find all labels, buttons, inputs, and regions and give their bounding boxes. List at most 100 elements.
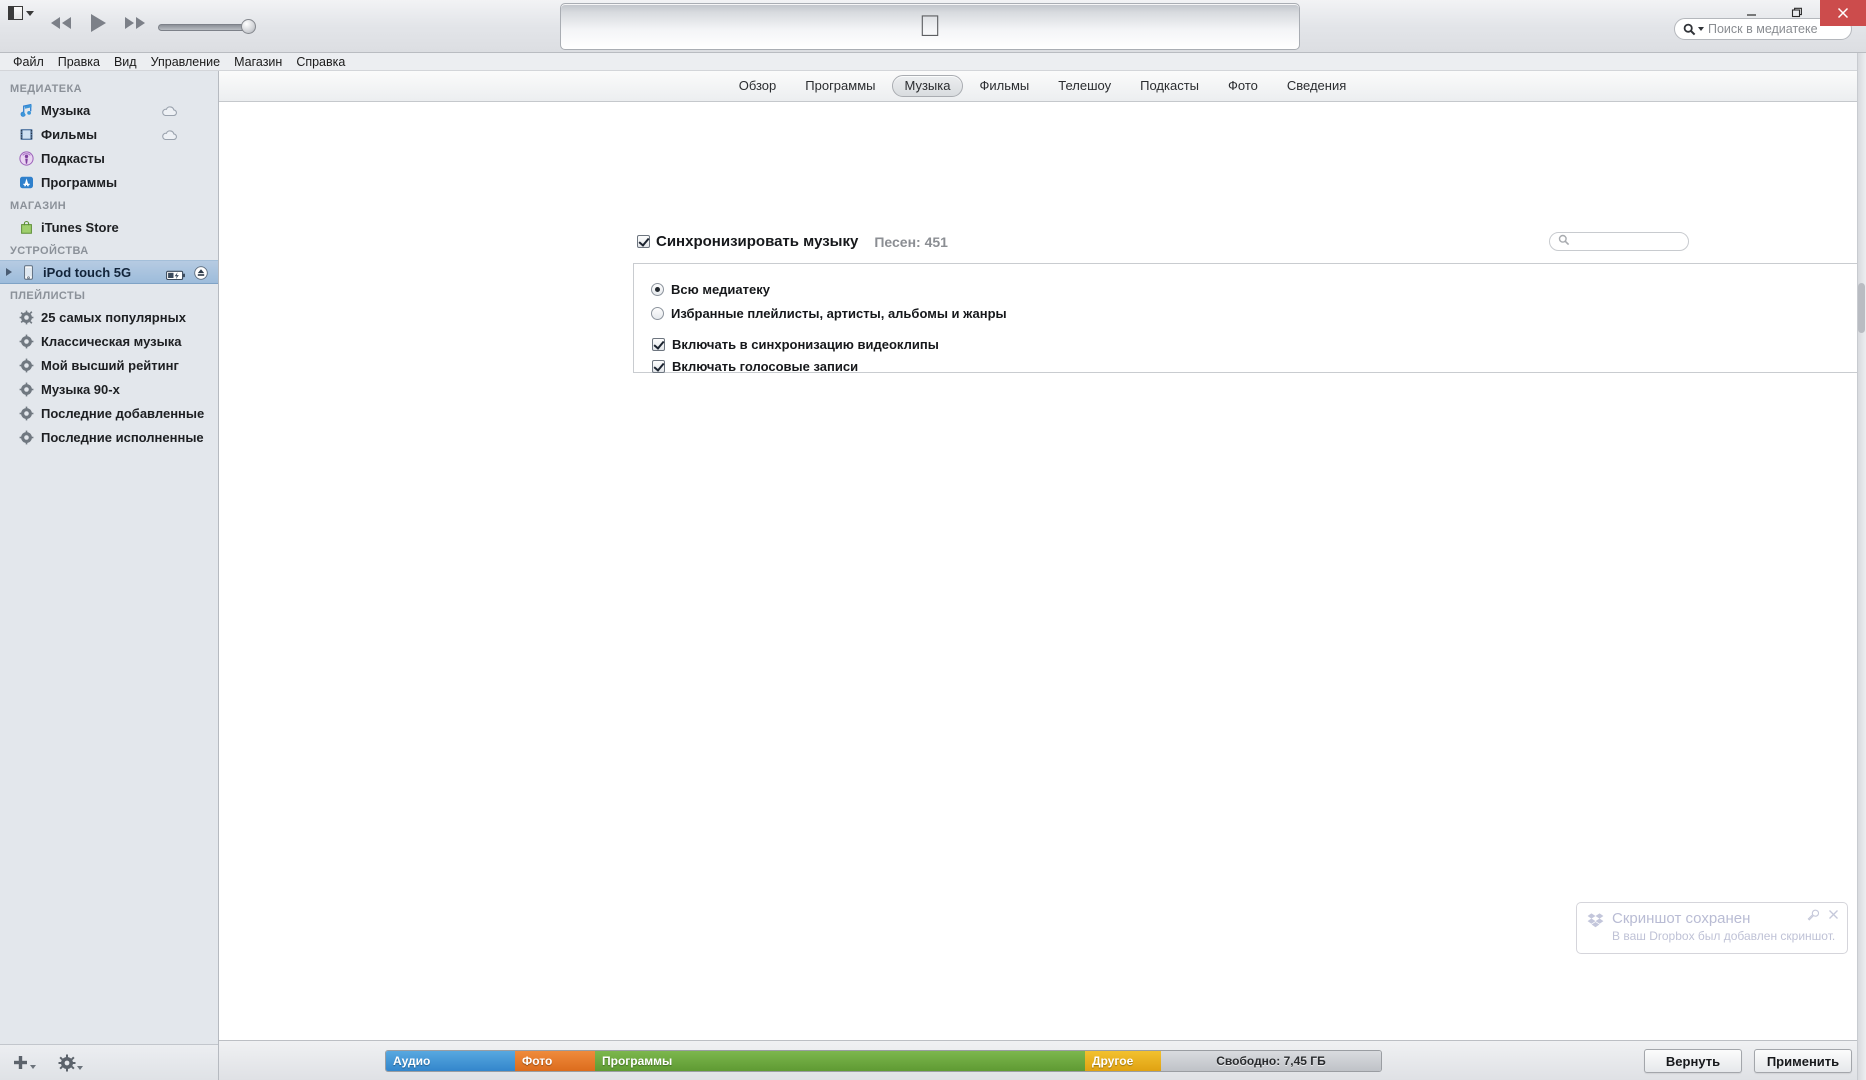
add-playlist-button[interactable]: [12, 1054, 36, 1071]
sidebar-item-playlist[interactable]: Последние добавленные: [0, 401, 218, 425]
volume-knob[interactable]: [241, 19, 256, 34]
capacity-segment-label: Аудио: [393, 1054, 431, 1068]
status-display: : [560, 3, 1300, 50]
music-search-input[interactable]: [1549, 232, 1689, 251]
toast-subtitle: В ваш Dropbox был добавлен скриншот.: [1612, 929, 1836, 943]
sync-music-label: Синхронизировать музыку: [656, 233, 859, 250]
tab-tvshows[interactable]: Телешоу: [1045, 75, 1124, 97]
sidebar-item-playlist[interactable]: Классическая музыка: [0, 329, 218, 353]
capacity-segment-other[interactable]: Другое: [1085, 1051, 1161, 1071]
sync-music-row[interactable]: Синхронизировать музыку Песен: 451: [637, 233, 948, 250]
close-icon[interactable]: [1828, 909, 1839, 924]
restore-button[interactable]: [1774, 0, 1820, 26]
app-store-icon: [18, 174, 34, 190]
sidebar-item-playlist[interactable]: 25 самых популярных: [0, 305, 218, 329]
tab-info[interactable]: Сведения: [1274, 75, 1359, 97]
play-button[interactable]: [88, 12, 108, 34]
include-voice-memos-checkbox[interactable]: [652, 360, 665, 373]
sidebar-settings-button[interactable]: [58, 1054, 83, 1072]
sidebar-item-label: Музыка: [41, 102, 91, 118]
option-include-music-videos[interactable]: Включать в синхронизацию видеоклипы: [652, 337, 939, 352]
tab-podcasts[interactable]: Подкасты: [1127, 75, 1212, 97]
previous-button[interactable]: [48, 15, 74, 31]
menubar: Файл Правка Вид Управление Магазин Справ…: [0, 53, 1866, 71]
battery-charging-icon: [166, 268, 186, 286]
smart-playlist-gear-icon: [18, 333, 34, 349]
option-selected-playlists[interactable]: Избранные плейлисты, артисты, альбомы и …: [651, 306, 1007, 321]
menu-edit[interactable]: Правка: [51, 53, 107, 71]
sidebar-item-label: Последние исполненные: [41, 429, 204, 445]
include-music-videos-checkbox[interactable]: [652, 338, 665, 351]
tab-music[interactable]: Музыка: [891, 75, 964, 97]
minimize-button[interactable]: [1728, 0, 1774, 26]
tab-apps[interactable]: Программы: [792, 75, 888, 97]
device-pane: Обзор Программы Музыка Фильмы Телешоу По…: [219, 71, 1866, 1080]
sidebar-item-label: Последние добавленные: [41, 405, 205, 421]
music-settings-content: Синхронизировать музыку Песен: 451 Всю м…: [219, 102, 1866, 1040]
revert-button[interactable]: Вернуть: [1644, 1049, 1742, 1073]
eject-icon[interactable]: [194, 266, 208, 285]
sidebar-header-library: МЕДИАТЕКА: [10, 83, 82, 95]
tab-photos[interactable]: Фото: [1215, 75, 1271, 97]
menu-help[interactable]: Справка: [289, 53, 352, 71]
sidebar-item-podcasts[interactable]: Подкасты: [0, 146, 218, 170]
volume-slider[interactable]: [158, 19, 256, 35]
option-label: Включать в синхронизацию видеоклипы: [672, 337, 939, 352]
sync-options-panel: Всю медиатеку Избранные плейлисты, артис…: [633, 263, 1866, 374]
sidebar-header-playlists: ПЛЕЙЛИСТЫ: [10, 290, 86, 302]
selected-playlists-radio[interactable]: [651, 307, 664, 320]
volume-track: [158, 24, 250, 31]
sidebar-item-label: Классическая музыка: [41, 333, 182, 349]
film-icon: [18, 126, 34, 142]
dropbox-notification-toast[interactable]: Скриншот сохранен В ваш Dropbox был доба…: [1576, 902, 1848, 954]
sidebar-item-apps[interactable]: Программы: [0, 170, 218, 194]
capacity-segment-apps[interactable]: Программы: [595, 1051, 1085, 1071]
apply-button[interactable]: Применить: [1754, 1049, 1852, 1073]
sidebar-item-itunes-store[interactable]: iTunes Store: [0, 215, 218, 239]
tab-summary[interactable]: Обзор: [726, 75, 790, 97]
sync-music-checkbox[interactable]: [637, 235, 650, 248]
sidebar-item-label: iPod touch 5G: [43, 264, 132, 280]
search-icon: [1683, 23, 1704, 36]
chevron-down-icon: [26, 10, 34, 16]
sidebar-item-label: 25 самых популярных: [41, 309, 186, 325]
icloud-icon[interactable]: [161, 104, 178, 122]
scrollbar-thumb[interactable]: [1858, 283, 1865, 333]
capacity-segment-audio[interactable]: Аудио: [386, 1051, 515, 1071]
sidebar-item-movies[interactable]: Фильмы: [0, 122, 218, 146]
sidebar-item-playlist[interactable]: Последние исполненные: [0, 425, 218, 449]
menu-store[interactable]: Магазин: [227, 53, 289, 71]
close-button[interactable]: [1820, 0, 1866, 26]
menu-view[interactable]: Вид: [107, 53, 144, 71]
smart-playlist-gear-icon: [18, 429, 34, 445]
smart-playlist-gear-icon: [18, 405, 34, 421]
entire-library-radio[interactable]: [651, 283, 664, 296]
window-controls: [1728, 0, 1866, 26]
dropbox-icon: [1587, 912, 1604, 929]
vertical-scrollbar[interactable]: [1857, 53, 1866, 1080]
app-switcher-button[interactable]: [8, 6, 34, 20]
device-tabbar: Обзор Программы Музыка Фильмы Телешоу По…: [219, 71, 1866, 102]
tab-movies[interactable]: Фильмы: [966, 75, 1042, 97]
sidebar-item-music[interactable]: Музыка: [0, 98, 218, 122]
capacity-segment-photos[interactable]: Фото: [515, 1051, 595, 1071]
wrench-icon[interactable]: [1807, 909, 1820, 924]
capacity-segment-free[interactable]: Свободно: 7,45 ГБ: [1161, 1051, 1381, 1071]
sidebar-item-playlist[interactable]: Мой высший рейтинг: [0, 353, 218, 377]
menu-controls[interactable]: Управление: [144, 53, 228, 71]
next-button[interactable]: [122, 15, 148, 31]
sidebar-item-ipod-touch-5g[interactable]: iPod touch 5G: [0, 260, 218, 284]
sidebar-item-label: Мой высший рейтинг: [41, 357, 179, 373]
sidebar-item-playlist[interactable]: Музыка 90-х: [0, 377, 218, 401]
sidebar-footer: [0, 1044, 218, 1080]
sidebar-item-label: Фильмы: [41, 126, 98, 142]
song-count-label: Песен: 451: [874, 233, 948, 250]
ipod-touch-icon: [20, 264, 36, 280]
transport-controls: [48, 12, 148, 34]
menu-file[interactable]: Файл: [6, 53, 51, 71]
icloud-icon[interactable]: [161, 128, 178, 146]
disclosure-triangle-icon[interactable]: [6, 268, 12, 276]
option-include-voice-memos[interactable]: Включать голосовые записи: [652, 359, 858, 374]
sidebar-item-label: Программы: [41, 174, 118, 190]
option-entire-library[interactable]: Всю медиатеку: [651, 282, 770, 297]
